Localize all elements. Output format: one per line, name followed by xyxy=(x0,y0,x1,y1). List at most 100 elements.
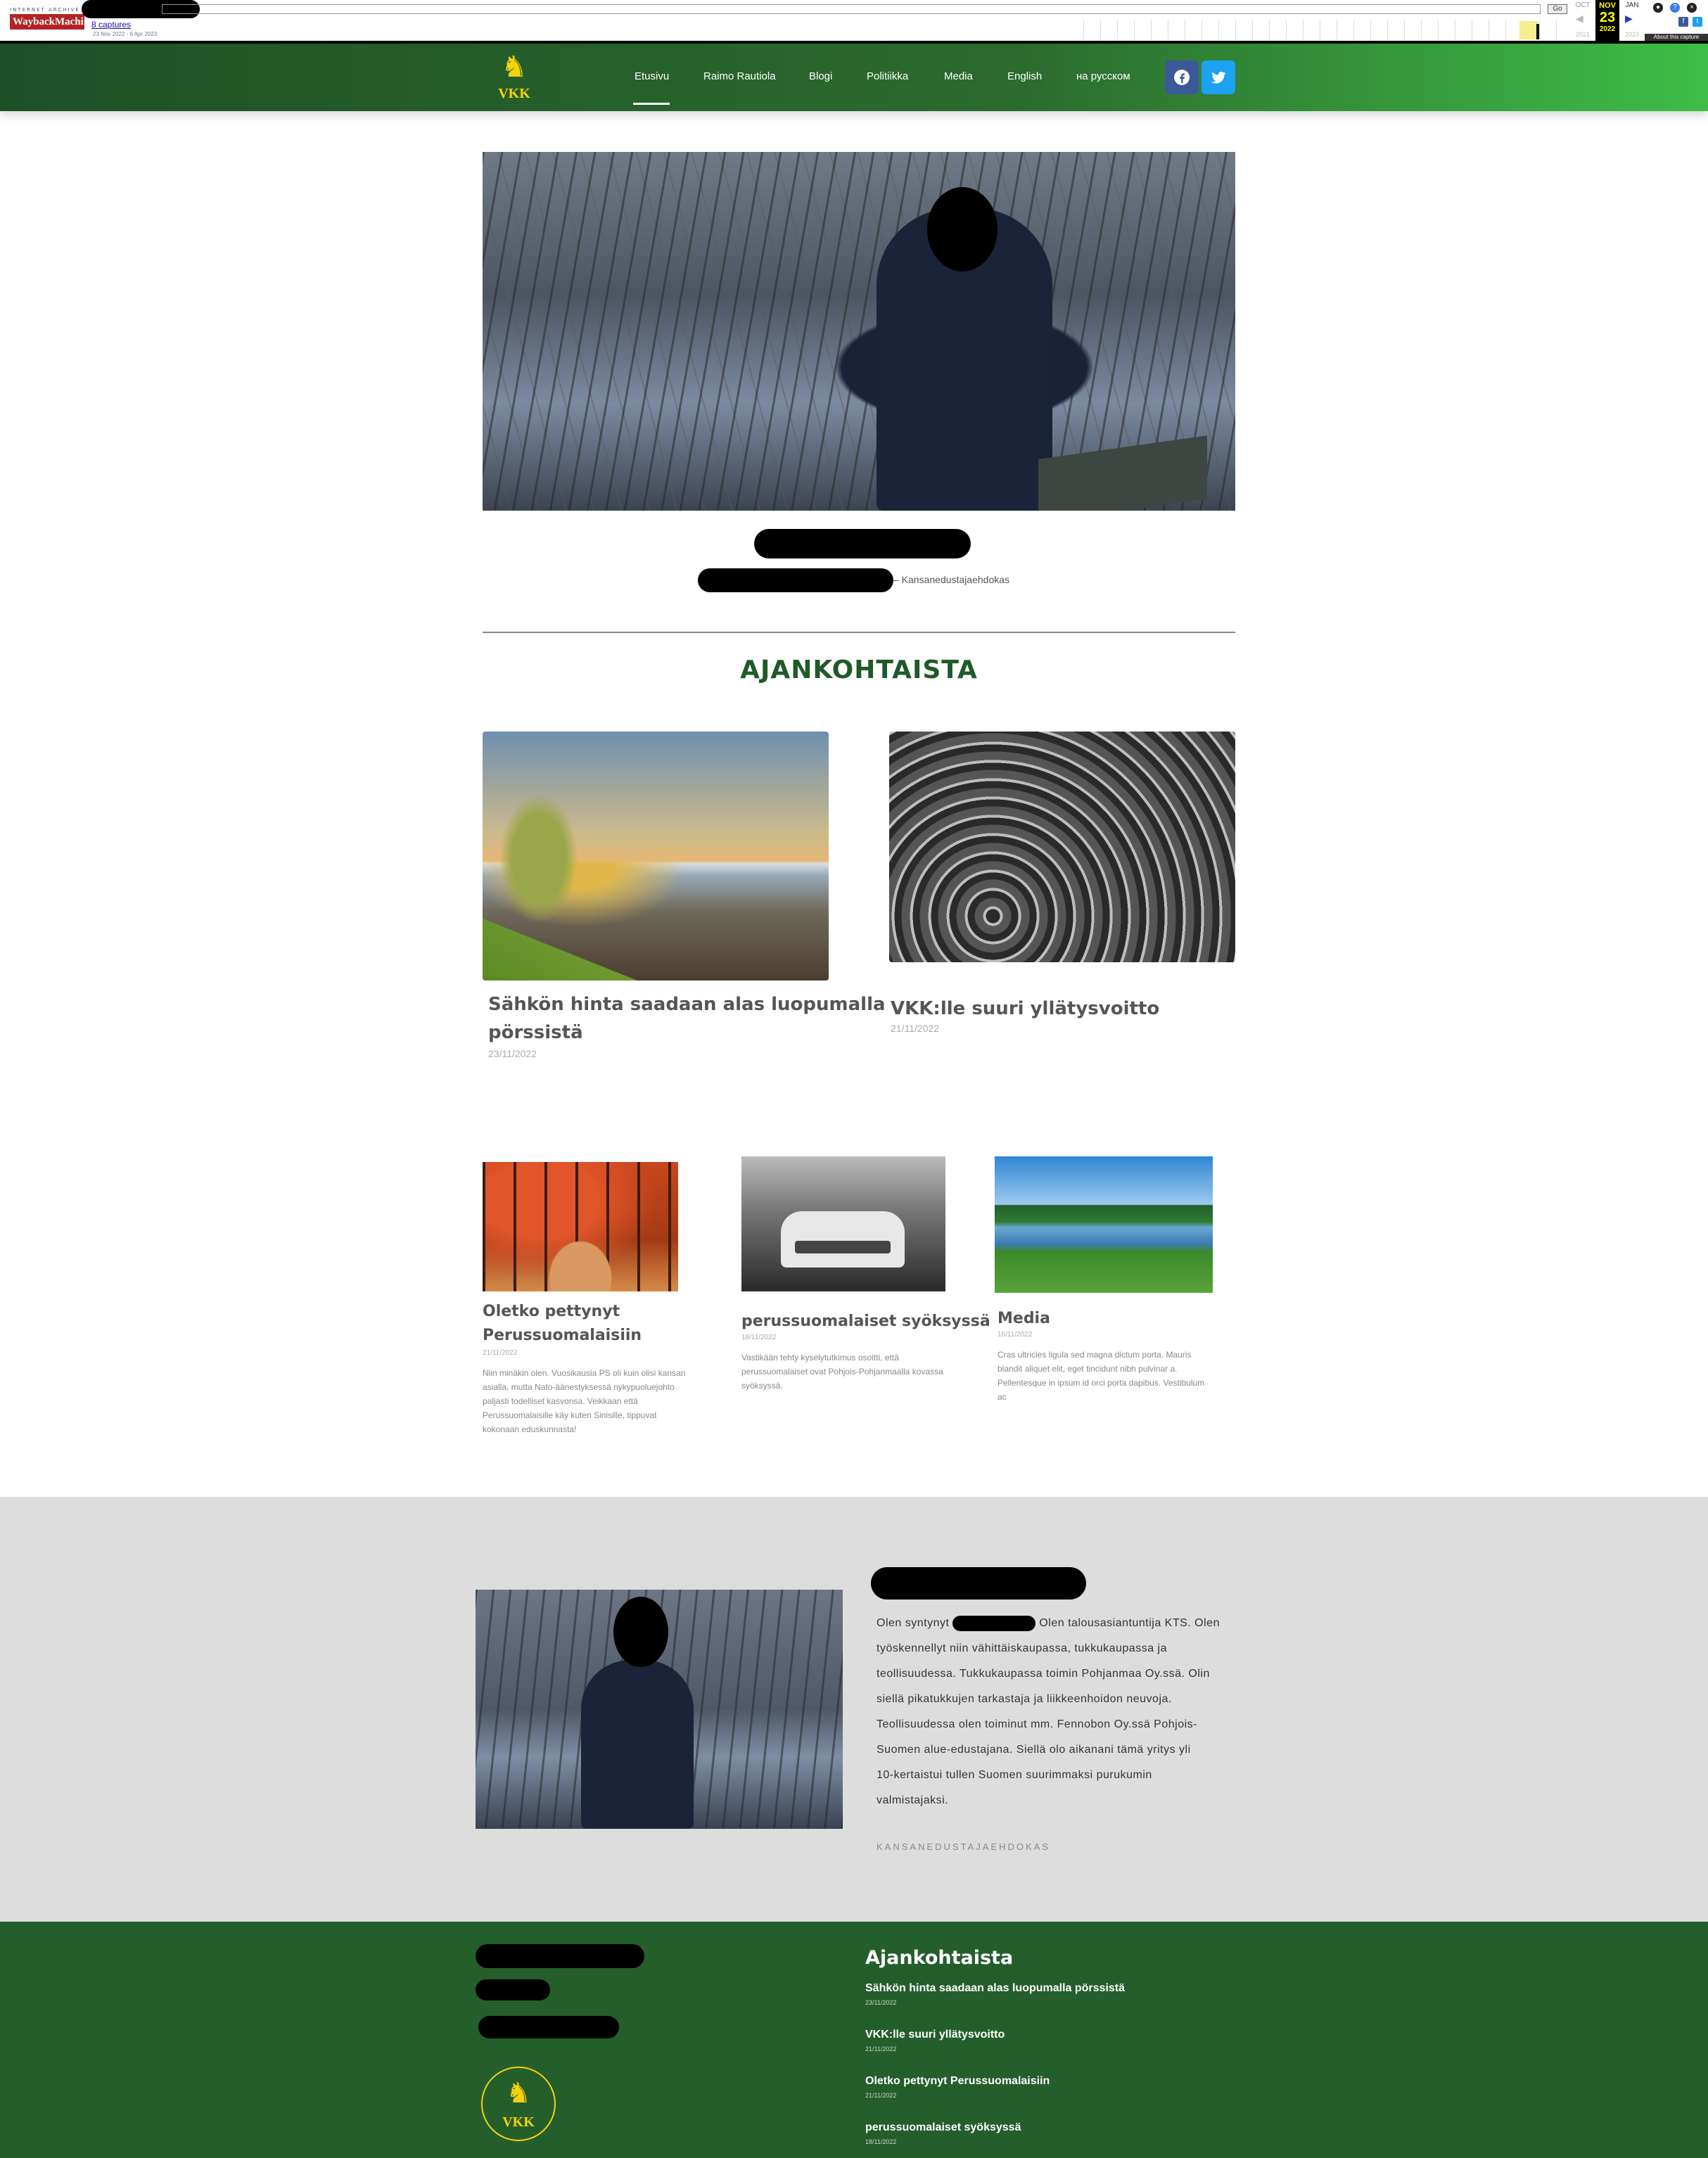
wayback-url-input[interactable] xyxy=(162,4,1541,14)
featured-post-2-image[interactable] xyxy=(889,732,1235,962)
go-button[interactable]: Go xyxy=(1548,4,1567,14)
close-icon[interactable]: × xyxy=(1687,3,1697,13)
footer-link-4[interactable]: perussuomalaiset syöksyssä xyxy=(865,2121,1021,2134)
site-footer xyxy=(0,1922,1708,2158)
post-2-date: 18/11/2022 xyxy=(741,1334,777,1341)
post-1-image[interactable] xyxy=(483,1162,678,1291)
post-3-excerpt-line: Cras ultricies ligula sed magna dictum p… xyxy=(998,1350,1192,1360)
post-3-excerpt-line: ac xyxy=(998,1392,1007,1402)
current-day: 23 xyxy=(1599,10,1616,25)
footer-lion-icon: ♞ xyxy=(506,2078,531,2109)
sparkline-highlight xyxy=(1519,21,1538,39)
calendar-nav: OCT ◀ 2021 NOV 23 2022 JAN ▶ 2023 xyxy=(1570,0,1640,41)
redacted-footer-line-3 xyxy=(478,2016,619,2038)
bio-line: teollisuudessa. Tukkukaupassa toimin Poh… xyxy=(877,1668,1210,1680)
post-2-image[interactable] xyxy=(741,1156,945,1291)
post-3-excerpt-line: blandit aliquet elit, eget tincidunt nib… xyxy=(998,1364,1178,1374)
post-1-excerpt-line: paljasti todelliset kasvonsa. Veikkaan e… xyxy=(483,1396,638,1406)
about-capture-button[interactable]: About this capture xyxy=(1645,34,1708,41)
nav-raimo-rautiola[interactable]: Raimo Rautiola xyxy=(703,70,776,82)
site-logo[interactable]: ♞ VKK xyxy=(492,48,536,108)
facebook-share-icon[interactable]: f xyxy=(1678,17,1688,27)
wayback-logo[interactable]: INTERNET ARCHIVE WaybackMachine xyxy=(10,7,94,31)
captures-sparkline[interactable] xyxy=(1083,20,1562,39)
help-icon[interactable]: ? xyxy=(1670,3,1680,13)
wayback-logo-top: INTERNET ARCHIVE xyxy=(10,7,80,13)
bio-line: Teollisuudessa olen toiminut mm. Fennobo… xyxy=(877,1718,1197,1730)
footer-link-2[interactable]: VKK:lle suuri yllätysvoitto xyxy=(865,2029,1005,2041)
bio-line-1: Olen syntynyt Olen talousasiantuntija KT… xyxy=(877,1611,1242,1636)
post-1-excerpt-line: Niin minäkin olen. Vuosikausia PS oli ku… xyxy=(483,1368,686,1378)
nav-etusivu[interactable]: Etusivu xyxy=(635,70,669,82)
prev-month[interactable]: OCT xyxy=(1570,1,1595,9)
bio-line: Suomen alue-edustajana. Siellä olo aikan… xyxy=(877,1744,1191,1756)
section-title: AJANKOHTAISTA xyxy=(740,656,978,684)
twitter-share-icon[interactable]: t xyxy=(1693,17,1702,27)
bio-redacted-face xyxy=(613,1597,668,1667)
car-shape xyxy=(781,1211,905,1268)
featured-post-1-image[interactable] xyxy=(483,732,829,981)
featured-post-1-title-line2[interactable]: pörssistä xyxy=(488,1019,583,1047)
footer-link-3[interactable]: Oletko pettynyt Perussuomalaisiin xyxy=(865,2075,1050,2088)
next-year: 2023 xyxy=(1624,31,1640,38)
current-year: 2022 xyxy=(1599,25,1616,33)
post-3-image[interactable] xyxy=(995,1156,1213,1293)
current-month: NOV xyxy=(1599,1,1616,10)
bio-role: KANSANEDUSTAJAEHDOKAS xyxy=(877,1841,1050,1852)
prev-year: 2021 xyxy=(1575,31,1591,38)
nav-active-indicator xyxy=(633,103,670,105)
section-divider xyxy=(483,632,1235,633)
post-2-excerpt: Vastikään tehty kyselytutkimus osoitti, … xyxy=(741,1351,943,1393)
wayback-logo-main: WaybackMachine xyxy=(10,14,94,30)
post-1-excerpt-line: Perussuomalaisille käy kuten Sinisille, … xyxy=(483,1410,657,1420)
next-month[interactable]: JAN xyxy=(1619,1,1645,9)
facebook-button[interactable] xyxy=(1165,60,1199,94)
prev-arrow-icon[interactable]: ◀ xyxy=(1576,13,1583,25)
nav-blogi[interactable]: Blogi xyxy=(809,70,832,82)
site-header: ♞ VKK Etusivu Raimo Rautiola Blogi Polit… xyxy=(0,44,1708,111)
footer-date-2: 21/11/2022 xyxy=(865,2045,897,2052)
redacted-birthplace xyxy=(952,1615,1036,1631)
footer-logo-text: VKK xyxy=(502,2114,535,2130)
post-1-excerpt-line: kokonaan eduskunnasta! xyxy=(483,1424,577,1434)
twitter-button[interactable] xyxy=(1202,60,1235,94)
logo-text: VKK xyxy=(498,86,530,101)
bio-line: 10-kertaistui tullen Suomen suurimmaksi … xyxy=(877,1769,1152,1781)
post-1-excerpt-line: asialla, mutta Nato-äänestyksessä nykypu… xyxy=(483,1382,675,1392)
post-3-date: 16/11/2022 xyxy=(998,1331,1033,1339)
footer-link-1[interactable]: Sähkön hinta saadaan alas luopumalla pör… xyxy=(865,1982,1125,1995)
captures-range: 23 Nov 2022 - 6 Apr 2023 xyxy=(93,31,158,37)
featured-post-1-date: 23/11/2022 xyxy=(488,1048,537,1059)
post-1-date: 21/11/2022 xyxy=(483,1349,518,1357)
post-2-excerpt-line: Vastikään tehty kyselytutkimus osoitti, … xyxy=(741,1353,899,1362)
bio-line: siellä pikatukkujen tarkastaja ja liikke… xyxy=(877,1693,1172,1705)
sunset-tree xyxy=(497,788,581,928)
footer-logo[interactable]: ♞ VKK xyxy=(481,2067,556,2141)
captures-link[interactable]: 8 captures xyxy=(91,20,131,30)
nav-russian[interactable]: на русском xyxy=(1076,70,1130,82)
featured-post-2-title[interactable]: VKK:lle suuri yllätysvoitto xyxy=(891,995,1159,1023)
redacted-subtitle xyxy=(698,568,893,592)
post-3-title[interactable]: Media xyxy=(998,1307,1050,1330)
hero-redacted-face xyxy=(927,187,998,272)
facebook-icon xyxy=(1174,70,1190,85)
next-arrow-icon[interactable]: ▶ xyxy=(1625,13,1633,25)
nav-politiikka[interactable]: Politiikka xyxy=(867,70,908,82)
user-icon[interactable]: ● xyxy=(1653,3,1663,13)
post-1-title-line1[interactable]: Oletko pettynyt xyxy=(483,1300,620,1323)
featured-post-2-date: 21/11/2022 xyxy=(891,1023,940,1034)
bio-image xyxy=(476,1590,843,1829)
featured-post-1-title-line1[interactable]: Sähkön hinta saadaan alas luopumalla xyxy=(488,990,886,1019)
nav-media[interactable]: Media xyxy=(944,70,973,82)
hero-board xyxy=(1038,435,1207,511)
redacted-footer-line-1 xyxy=(476,1944,644,1968)
bio-line: valmistajaksi. xyxy=(877,1794,949,1806)
post-2-title[interactable]: perussuomalaiset syöksyssä xyxy=(741,1310,990,1333)
nav-english[interactable]: English xyxy=(1007,70,1042,82)
sparkline-current-bar xyxy=(1536,24,1539,39)
post-1-title-line2[interactable]: Perussuomalaisiin xyxy=(483,1324,642,1347)
bio-line-1-end: Olen talousasiantuntija KTS. Olen xyxy=(1039,1617,1220,1629)
lion-icon: ♞ xyxy=(501,50,528,83)
post-2-excerpt-line: perussuomalaiset ovat Pohjois-Pohjanmaal… xyxy=(741,1367,943,1377)
post-3-excerpt: Cras ultricies ligula sed magna dictum p… xyxy=(998,1348,1204,1404)
